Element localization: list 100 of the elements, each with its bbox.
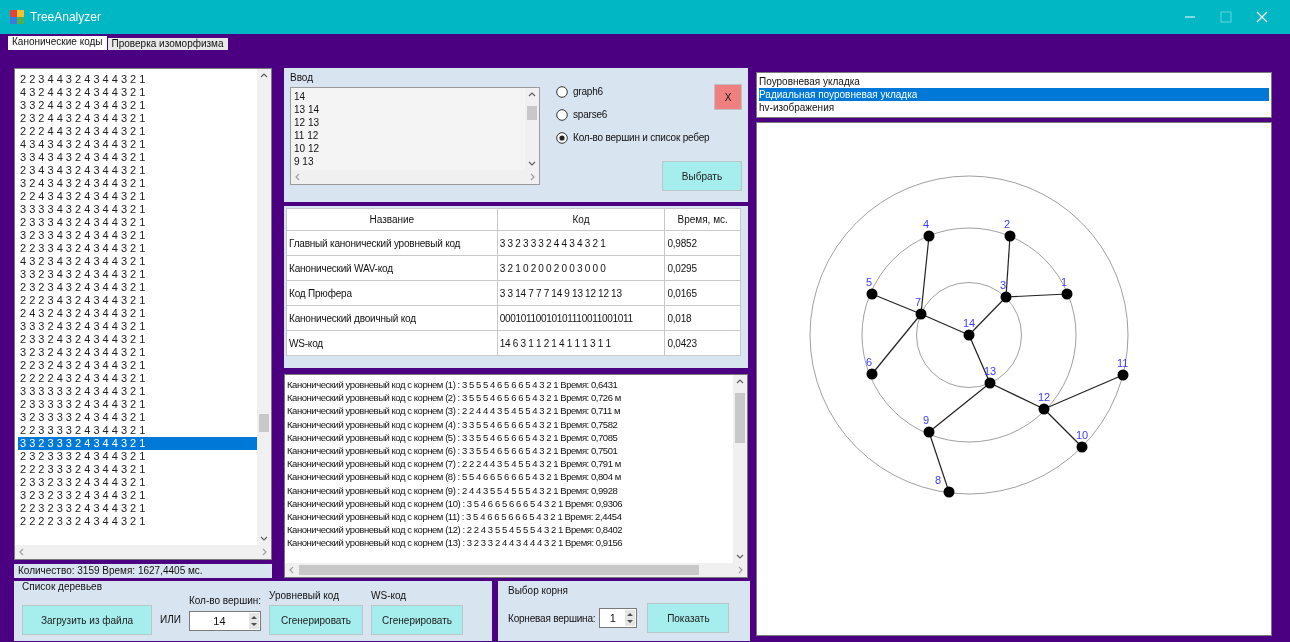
tree-list-item[interactable]: 3 2 3 2 4 3 2 4 3 4 4 3 2 1 xyxy=(18,346,257,359)
spinner-arrows-icon[interactable] xyxy=(625,610,636,626)
table-cell: 0,0295 xyxy=(664,255,741,281)
tree-list-item[interactable]: 2 3 2 3 3 3 2 4 3 4 4 3 2 1 xyxy=(18,450,257,463)
tree-list-item[interactable]: 3 3 3 2 4 3 2 4 3 4 4 3 2 1 xyxy=(18,320,257,333)
tree-list-item[interactable]: 2 3 3 2 4 3 2 4 3 4 4 3 2 1 xyxy=(18,333,257,346)
table-cell: Главный канонический уровневый код xyxy=(286,230,498,256)
vertical-scrollbar[interactable] xyxy=(525,88,539,170)
choose-button[interactable]: Выбрать xyxy=(662,161,742,191)
tree-list-item[interactable]: 2 2 2 3 4 3 2 4 3 4 4 3 2 1 xyxy=(18,294,257,307)
generate-button[interactable]: Сгенерировать xyxy=(371,605,464,635)
scroll-right-icon[interactable] xyxy=(738,566,743,574)
spinner-arrows-icon[interactable] xyxy=(248,613,259,629)
tree-list-item[interactable]: 2 2 2 3 3 3 2 4 3 4 4 3 2 1 xyxy=(18,463,257,476)
maximize-icon[interactable] xyxy=(1220,11,1232,23)
scroll-thumb[interactable] xyxy=(735,393,745,443)
tree-list-item[interactable]: 2 3 2 3 4 3 2 4 3 4 4 3 2 1 xyxy=(18,281,257,294)
horizontal-scrollbar[interactable] xyxy=(291,170,539,184)
scroll-left-icon[interactable] xyxy=(289,566,294,574)
layout-list-item[interactable]: Поуровневая укладка xyxy=(759,75,1269,88)
layout-list[interactable]: Поуровневая укладка Радиальная поуровневая укладка hv-изображения xyxy=(756,72,1272,118)
tree-list-item[interactable]: 3 2 3 3 3 3 2 4 3 4 4 3 2 1 xyxy=(18,411,257,424)
log-line: Канонический уровневый код с корнем (1) : 3 5 5 5 4 6 5 6 6 5 4 3 2 1 Время: 0,6431 xyxy=(287,378,618,392)
radio-label[interactable]: graph6 xyxy=(573,84,603,99)
node-label: 11 xyxy=(1117,357,1129,369)
horizontal-scrollbar[interactable] xyxy=(15,545,271,559)
scroll-thumb[interactable] xyxy=(299,565,699,575)
scroll-thumb[interactable] xyxy=(527,106,537,120)
radio-button[interactable] xyxy=(556,108,568,121)
tree-list-item[interactable]: 2 3 3 2 3 3 2 4 3 4 4 3 2 1 xyxy=(18,476,257,489)
scroll-up-icon[interactable] xyxy=(736,379,744,384)
scroll-right-icon[interactable] xyxy=(262,548,267,556)
tree-list-item[interactable]: 2 2 3 2 4 3 2 4 3 4 4 3 2 1 xyxy=(18,359,257,372)
show-button[interactable]: Показать xyxy=(647,603,730,633)
close-icon[interactable] xyxy=(1256,11,1268,23)
scroll-thumb[interactable] xyxy=(259,414,269,432)
layout-list-item[interactable]: Радиальная поуровневая укладка xyxy=(759,88,1269,101)
tree-list-item[interactable]: 3 3 3 3 3 3 2 4 3 4 4 3 2 1 xyxy=(18,385,257,398)
node-label: 12 xyxy=(1038,391,1051,403)
scroll-right-icon[interactable] xyxy=(530,173,535,181)
tree-list[interactable] xyxy=(14,68,272,560)
tree-list-item[interactable]: 2 2 2 2 3 3 2 4 3 4 4 3 2 1 xyxy=(18,515,257,528)
textarea-line: 12 13 xyxy=(294,116,320,129)
generate-button[interactable]: Сгенерировать xyxy=(269,605,364,635)
radio-button[interactable] xyxy=(556,85,568,98)
log-line: Канонический уровневый код с корнем (3) : 2 2 4 4 4 3 5 4 5 5 4 3 2 1 Время: 0,711 м xyxy=(287,404,621,418)
tree-list-item[interactable]: 2 3 3 3 4 3 2 4 3 4 4 3 2 1 xyxy=(18,216,257,229)
radio-button[interactable] xyxy=(556,131,568,144)
node-label: 14 xyxy=(963,317,976,329)
tree-list-item[interactable]: 2 2 2 2 4 3 2 4 3 4 4 3 2 1 xyxy=(18,372,257,385)
tree-list-item[interactable]: 2 2 3 3 3 3 2 4 3 4 4 3 2 1 xyxy=(18,424,257,437)
tree-list-item[interactable]: 3 3 4 3 4 3 2 4 3 4 4 3 2 1 xyxy=(18,151,257,164)
table-cell: 0,9852 xyxy=(664,230,741,256)
tree-list-item[interactable]: 2 3 3 3 3 3 2 4 3 4 4 3 2 1 xyxy=(18,398,257,411)
tree-node xyxy=(923,426,935,438)
clear-button[interactable]: X xyxy=(714,84,742,110)
tree-list-item[interactable]: 4 3 2 4 4 3 2 4 3 4 4 3 2 1 xyxy=(18,86,257,99)
log-line: Канонический уровневый код с корнем (2) : 3 5 5 5 4 6 5 6 6 5 4 3 2 1 Время: 0,726 м xyxy=(287,391,621,405)
vertical-scrollbar[interactable] xyxy=(733,375,747,563)
scroll-down-icon[interactable] xyxy=(528,161,536,166)
tree-list-item[interactable]: 3 2 3 2 3 3 2 4 3 4 4 3 2 1 xyxy=(18,489,257,502)
tree-list-item[interactable]: 2 2 4 3 4 3 2 4 3 4 4 3 2 1 xyxy=(18,190,257,203)
scroll-down-icon[interactable] xyxy=(260,536,268,541)
table-cell: 3 2 1 0 2 0 0 2 0 0 3 0 0 0 xyxy=(497,255,665,281)
scroll-up-icon[interactable] xyxy=(528,92,536,97)
tree-list-item[interactable]: 2 4 3 2 4 3 2 4 3 4 4 3 2 1 xyxy=(18,307,257,320)
node-label: 6 xyxy=(866,356,873,368)
scroll-down-icon[interactable] xyxy=(736,554,744,559)
tree-list-item[interactable]: 3 2 3 3 4 3 2 4 3 4 4 3 2 1 xyxy=(18,229,257,242)
table-cell: 3 3 14 7 7 7 14 9 13 12 12 13 xyxy=(497,280,665,306)
input-textarea[interactable]: 14 13 14 12 13 11 12 10 12 9 13 xyxy=(290,87,540,185)
tree-list-item[interactable]: 3 2 4 3 4 3 2 4 3 4 4 3 2 1 xyxy=(18,177,257,190)
tree-list-item[interactable]: 2 2 3 3 4 3 2 4 3 4 4 3 2 1 xyxy=(18,242,257,255)
group-title: Выбор корня xyxy=(508,585,570,597)
scroll-left-icon[interactable] xyxy=(19,548,24,556)
number-spinner[interactable]: 14 xyxy=(188,611,261,631)
tree-node xyxy=(1004,230,1016,242)
layout-list-item[interactable]: hv-изображения xyxy=(759,101,1269,114)
load-file-button[interactable]: Загрузить из файла xyxy=(22,605,152,635)
tree-list-item[interactable]: 2 2 3 2 3 3 2 4 3 4 4 3 2 1 xyxy=(18,502,257,515)
tree-list-item[interactable]: 2 3 2 4 4 3 2 4 3 4 4 3 2 1 xyxy=(18,112,257,125)
tree-node xyxy=(915,308,927,320)
tab[interactable]: Канонические коды xyxy=(8,36,107,50)
scroll-up-icon[interactable] xyxy=(260,73,268,78)
tree-list-item[interactable]: 2 3 4 3 4 3 2 4 3 4 4 3 2 1 xyxy=(18,164,257,177)
tree-list-item[interactable]: 4 3 4 3 4 3 2 4 3 4 4 3 2 1 xyxy=(18,138,257,151)
tree-list-item[interactable]: 4 3 2 3 4 3 2 4 3 4 4 3 2 1 xyxy=(18,255,257,268)
tree-list-item[interactable]: 2 2 3 4 4 3 2 4 3 4 4 3 2 1 xyxy=(18,73,257,86)
vertical-scrollbar[interactable] xyxy=(257,69,271,545)
tree-list-item[interactable]: 3 3 3 3 4 3 2 4 3 4 4 3 2 1 xyxy=(18,203,257,216)
tab[interactable]: Проверка изоморфизма xyxy=(107,38,228,50)
tree-list-item[interactable]: 3 3 2 3 3 3 2 4 3 4 4 3 2 1 xyxy=(18,437,257,450)
radio-label[interactable]: sparse6 xyxy=(573,107,608,122)
tree-list-item[interactable]: 3 3 2 4 4 3 2 4 3 4 4 3 2 1 xyxy=(18,99,257,112)
radio-label[interactable]: Кол-во вершин и список ребер xyxy=(573,130,710,145)
tree-list-item[interactable]: 2 2 2 4 4 3 2 4 3 4 4 3 2 1 xyxy=(18,125,257,138)
scroll-left-icon[interactable] xyxy=(295,173,300,181)
number-spinner[interactable]: 1 xyxy=(599,608,638,628)
tree-list-item[interactable]: 3 3 2 3 4 3 2 4 3 4 4 3 2 1 xyxy=(18,268,257,281)
horizontal-scrollbar[interactable] xyxy=(285,563,747,577)
